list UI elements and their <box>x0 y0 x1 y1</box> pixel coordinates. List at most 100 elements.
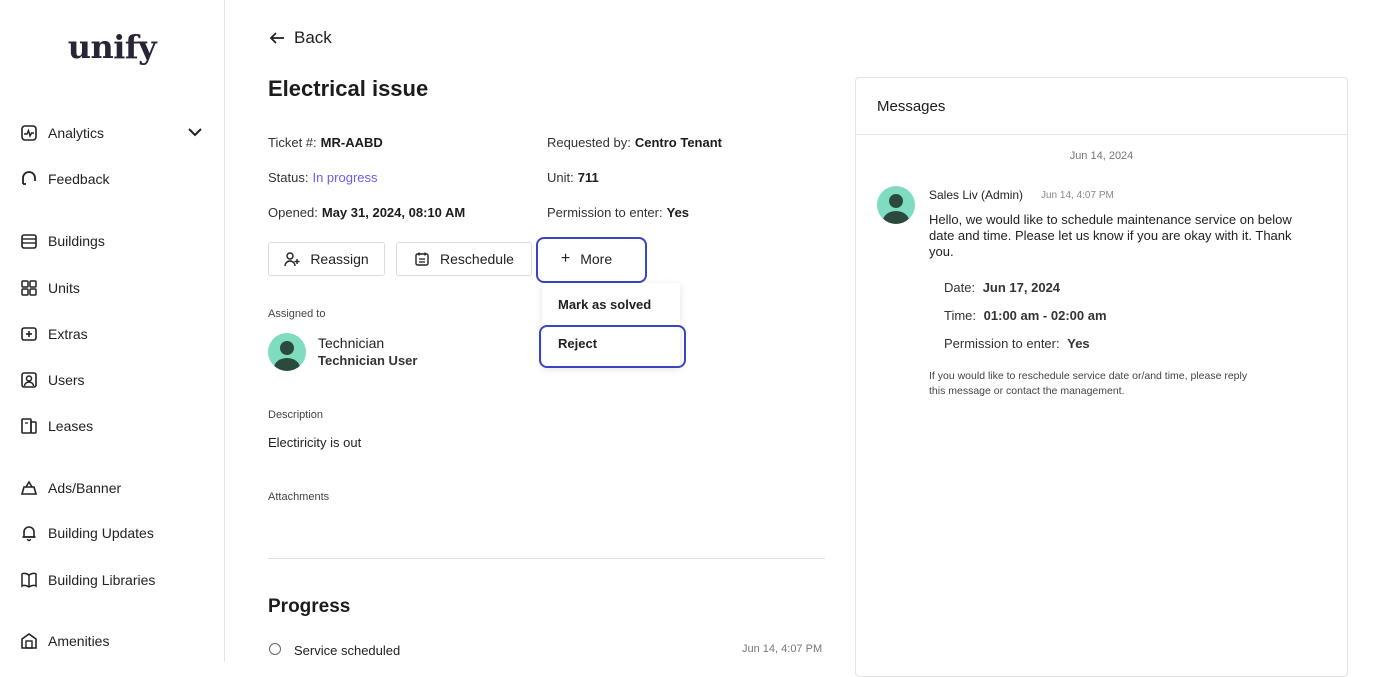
ads-banner-icon <box>20 479 38 497</box>
opened-label: Opened: <box>268 205 318 220</box>
logo[interactable]: unify <box>0 28 224 66</box>
date-divider: Jun 14, 2024 <box>1069 150 1134 162</box>
sidebar-item-label: Amenities <box>48 633 110 649</box>
back-label: Back <box>294 28 332 47</box>
sidebar-item-buildings[interactable]: Buildings <box>20 229 105 253</box>
sidebar-item-label: Leases <box>48 418 94 434</box>
sidebar: unify Analytics Feedback Buildings Units… <box>0 0 225 662</box>
unit-value: 711 <box>577 170 599 185</box>
more-label: More <box>580 251 613 267</box>
book-icon <box>20 571 38 589</box>
sidebar-item-building-libraries[interactable]: Building Libraries <box>20 568 155 592</box>
sidebar-item-extras[interactable]: Extras <box>20 322 88 346</box>
sidebar-item-building-updates[interactable]: Building Updates <box>20 521 154 545</box>
sidebar-item-units[interactable]: Units <box>20 276 80 300</box>
divider <box>268 558 825 559</box>
message-body-line: date and time. Please let us know if you… <box>929 228 1292 243</box>
requested-value: Centro Tenant <box>634 135 722 150</box>
users-icon <box>20 371 38 389</box>
message-author: Sales Liv (Admin) <box>929 188 1024 202</box>
message-body: Hello, we would like to schedule mainten… <box>929 212 1292 260</box>
ticket-number-label: Ticket #: <box>268 135 317 150</box>
sidebar-item-feedback[interactable]: Feedback <box>20 167 109 191</box>
sidebar-item-label: Users <box>48 372 85 388</box>
description-text: Electiricity is out <box>268 435 362 450</box>
message-time-range: Time: 01:00 am - 02:00 am <box>944 308 1107 323</box>
reassign-label: Reassign <box>310 251 369 267</box>
sidebar-item-analytics[interactable]: Analytics <box>20 121 104 145</box>
assigned-label: Assigned to <box>268 308 326 320</box>
message-body-line: Hello, we would like to schedule mainten… <box>929 212 1292 227</box>
page-title: Electrical issue <box>268 76 429 101</box>
message-body-line: you. <box>929 244 954 259</box>
menu-item-mark-as-solved[interactable]: Mark as solved <box>558 297 651 312</box>
units-icon <box>20 279 38 297</box>
attachments-label: Attachments <box>268 491 330 503</box>
ticket-status: Status: In progress <box>268 170 378 185</box>
permission-value: Yes <box>666 205 690 220</box>
message-permission-label: Permission to enter: <box>944 336 1060 351</box>
ticket-number: Ticket #: MR-AABD <box>268 135 383 150</box>
sidebar-item-label: Buildings <box>48 233 105 249</box>
arrow-left-icon <box>269 32 284 44</box>
status-badge: In progress <box>312 170 378 185</box>
sidebar-item-label: Analytics <box>48 125 105 141</box>
progress-item-time: Jun 14, 4:07 PM <box>742 643 823 655</box>
sidebar-item-label: Building Libraries <box>48 572 156 588</box>
ticket-detail: Back Electrical issue Ticket #: MR-AABD S… <box>225 0 855 662</box>
requested-label: Requested by: <box>547 135 631 150</box>
back-button[interactable]: Back <box>268 28 332 48</box>
sidebar-item-label: Extras <box>48 326 88 342</box>
message-time-label: Time: <box>944 308 977 323</box>
sidebar-item-label: Feedback <box>48 171 110 187</box>
ticket-number-value: MR-AABD <box>320 135 383 150</box>
buildings-icon <box>20 232 38 250</box>
reschedule-label: Reschedule <box>440 251 514 267</box>
permission-to-enter: Permission to enter: Yes <box>547 205 689 220</box>
feedback-icon <box>20 170 38 188</box>
sidebar-item-label: Building Updates <box>48 525 154 541</box>
leases-icon <box>20 417 38 435</box>
calendar-icon <box>415 252 429 266</box>
sidebar-item-amenities[interactable]: Amenities <box>20 629 109 653</box>
opened-value: May 31, 2024, 08:10 AM <box>321 205 466 220</box>
sidebar-item-label: Units <box>48 280 80 296</box>
progress-item-label: Service scheduled <box>294 643 401 658</box>
ticket-unit: Unit: 711 <box>547 170 599 185</box>
message-note: If you would like to reschedule service … <box>929 369 1247 399</box>
assignee-name: Technician User <box>318 353 418 368</box>
menu-item-reject[interactable]: Reject <box>558 336 597 351</box>
messages-title: Messages <box>877 98 946 115</box>
chevron-down-icon[interactable] <box>187 124 203 140</box>
description-label: Description <box>268 409 324 421</box>
sidebar-item-users[interactable]: Users <box>20 368 85 392</box>
amenities-icon <box>20 632 38 650</box>
progress-title: Progress <box>268 596 351 617</box>
message-note-line: this message or contact the management. <box>929 385 1125 397</box>
unit-label: Unit: <box>547 170 574 185</box>
status-label: Status: <box>268 170 309 185</box>
more-menu: Mark as solved Reject <box>542 283 680 367</box>
bell-icon <box>20 524 38 542</box>
message-date-label: Date: <box>944 280 976 295</box>
reschedule-button[interactable]: Reschedule <box>396 242 532 276</box>
message-permission-value: Yes <box>1067 336 1090 351</box>
reassign-button[interactable]: Reassign <box>268 242 385 276</box>
messages-panel: Messages Jun 14, 2024 Sales Liv (Admin) … <box>855 77 1348 677</box>
message-date-value: Jun 17, 2024 <box>982 280 1061 295</box>
message-date: Date: Jun 17, 2024 <box>944 280 1060 295</box>
sidebar-item-leases[interactable]: Leases <box>20 414 93 438</box>
more-button[interactable]: + More <box>542 242 631 276</box>
assignee-role: Technician <box>318 335 385 351</box>
analytics-icon <box>20 124 38 142</box>
message-permission: Permission to enter: Yes <box>944 336 1090 351</box>
sidebar-item-label: Ads/Banner <box>48 480 122 496</box>
message-note-line: If you would like to reschedule service … <box>929 370 1248 382</box>
ticket-opened: Opened: May 31, 2024, 08:10 AM <box>268 205 465 220</box>
message-time-value: 01:00 am - 02:00 am <box>983 308 1107 323</box>
sidebar-item-ads-banner[interactable]: Ads/Banner <box>20 476 121 500</box>
plus-icon: + <box>560 250 571 267</box>
requested-by: Requested by: Centro Tenant <box>547 135 722 150</box>
messages-header: Messages <box>856 78 1347 135</box>
add-user-icon <box>284 252 300 267</box>
